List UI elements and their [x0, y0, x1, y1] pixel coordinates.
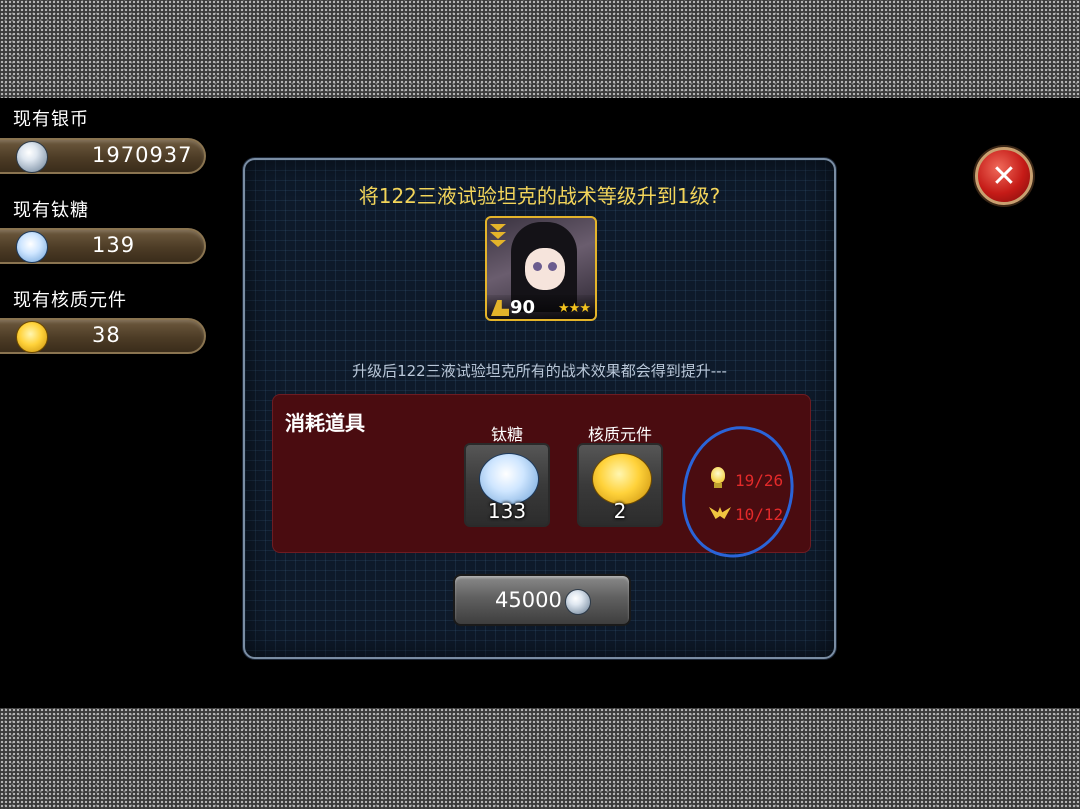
portrait-footer: 90 ★★★ [487, 295, 595, 319]
rank-chevrons-icon [490, 224, 506, 248]
core-component-icon [16, 321, 48, 353]
dialog-title: 将122三液试验坦克的战术等级升到1级? [358, 184, 721, 208]
core-component-value: 38 [92, 323, 121, 347]
dialog-subtitle: 升级后122三液试验坦克所有的战术效果都会得到提升--- [352, 362, 727, 380]
item-count-core-component: 2 [613, 499, 627, 523]
character-stars: ★★★ [558, 301, 591, 316]
character-face [525, 248, 565, 290]
level-badge-icon [491, 300, 509, 316]
titanium-candy-bar: 139 [0, 228, 206, 264]
core-component-bar: 38 [0, 318, 206, 354]
silver-coin-label: 现有银币 [13, 109, 89, 130]
silver-coin-bar: 1970937 [0, 138, 206, 174]
titanium-candy-label: 现有钛糖 [13, 200, 89, 221]
core-component-label: 现有核质元件 [13, 290, 127, 311]
titanium-candy-icon [479, 453, 539, 505]
close-button[interactable]: ✕ [975, 147, 1033, 205]
background-bottom [0, 708, 1080, 809]
cost-title: 消耗道具 [285, 411, 365, 435]
item-name-titanium-candy: 钛糖 [490, 425, 523, 444]
item-slot-core-component[interactable]: 2 [577, 443, 663, 527]
item-name-core-component: 核质元件 [587, 425, 652, 444]
character-portrait[interactable]: 90 ★★★ [485, 216, 597, 321]
silver-coin-icon [16, 141, 48, 173]
core-component-icon [592, 453, 652, 505]
upgrade-button-label: 45000 [495, 588, 562, 612]
silver-coin-value: 1970937 [92, 143, 193, 167]
upgrade-dialog: 将122三液试验坦克的战术等级升到1级? 90 ★★★ 升级后122三液试验坦克… [243, 158, 836, 659]
item-slot-titanium-candy[interactable]: 133 [464, 443, 550, 527]
character-level: 90 [510, 297, 536, 318]
titanium-candy-icon [16, 231, 48, 263]
silver-coin-icon [565, 589, 591, 615]
item-count-titanium-candy: 133 [487, 499, 527, 523]
close-icon: ✕ [991, 159, 1017, 194]
upgrade-button[interactable]: 45000 [453, 574, 631, 626]
background-top [0, 0, 1080, 98]
titanium-candy-value: 139 [92, 233, 136, 257]
